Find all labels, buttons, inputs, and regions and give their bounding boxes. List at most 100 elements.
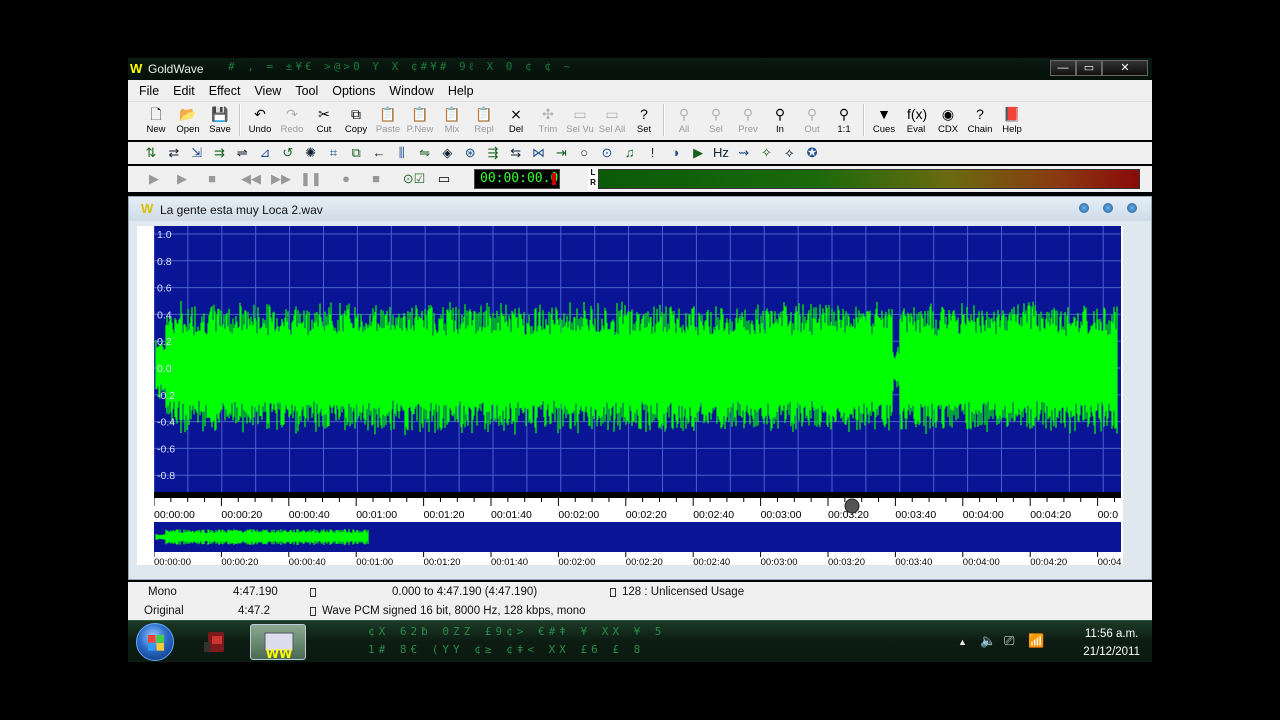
menu-edit[interactable]: Edit	[166, 80, 202, 101]
show-hidden-icons-icon[interactable]: ▲	[958, 637, 967, 647]
effect-tool-icon[interactable]: ⋈	[528, 143, 550, 163]
paste-button[interactable]: 📋 Paste	[372, 102, 404, 138]
power-icon[interactable]: ⎚	[1004, 633, 1014, 649]
play-all-icon[interactable]: ▶	[144, 170, 164, 188]
redo-button[interactable]: ↷ Redo	[276, 102, 308, 138]
select-view-button[interactable]: ▭ Sel Vu	[564, 102, 596, 138]
effect-tool-icon[interactable]: ▶	[687, 143, 709, 163]
clock[interactable]: 11:56 a.m. 21/12/2011	[1083, 625, 1140, 661]
effect-tool-icon[interactable]: ⇋	[414, 143, 436, 163]
time-tick-label: 00:03:40	[895, 509, 936, 521]
close-button[interactable]: ✕	[1102, 60, 1148, 76]
effect-tool-icon[interactable]: ⫼	[391, 143, 413, 163]
waveform-canvas[interactable]: 1.0 0.8 0.6 0.4 0.2 0.0 -0.2 -0.4 -0.6 -0.8 00:00:…	[154, 226, 1123, 565]
effect-tool-icon[interactable]: ◑	[664, 143, 686, 163]
effect-tool-icon[interactable]: Hz	[710, 143, 732, 163]
waveform-area[interactable]: 1.0 0.8 0.6 0.4 0.2 0.0 -0.2 -0.4 -0.6 -0.8 00:00:…	[137, 226, 1123, 565]
cut-button[interactable]: ✂ Cut	[308, 102, 340, 138]
effect-tool-icon[interactable]: ⧉	[345, 143, 367, 163]
undo-button[interactable]: ↶ Undo	[244, 102, 276, 138]
effect-tool-icon[interactable]: ←	[368, 143, 390, 163]
menu-window[interactable]: Window	[382, 80, 440, 101]
menu-effect[interactable]: Effect	[202, 80, 248, 101]
start-button[interactable]	[136, 623, 174, 661]
menu-options[interactable]: Options	[325, 80, 382, 101]
effect-tool-icon[interactable]: ↺	[277, 143, 299, 163]
menu-tool[interactable]: Tool	[288, 80, 325, 101]
copy-button[interactable]: ⧉ Copy	[340, 102, 372, 138]
control-properties-icon[interactable]: ▭	[434, 170, 454, 188]
effect-tool-icon[interactable]: ⇌	[231, 143, 253, 163]
effect-tool-icon[interactable]: ◈	[436, 143, 458, 163]
right-channel-label: R	[590, 178, 596, 187]
network-icon[interactable]: 📶	[1028, 633, 1044, 649]
effect-tool-icon[interactable]: ⇶	[482, 143, 504, 163]
select-all-button[interactable]: ▭ Sel All	[596, 102, 628, 138]
effect-tool-icon[interactable]: ⇝	[733, 143, 755, 163]
set-button[interactable]: ? Set	[628, 102, 660, 138]
monitor-icon[interactable]: ⊙☑	[400, 170, 428, 188]
set-icon: ?	[640, 106, 648, 122]
overview-tick-label: 00:03:40	[895, 557, 932, 565]
delete-button[interactable]: ⨯ Del	[500, 102, 532, 138]
effect-tool-icon[interactable]: ✺	[300, 143, 322, 163]
effect-tool-icon[interactable]: ⌗	[322, 143, 344, 163]
zoom-previous-button[interactable]: ⚲ Prev	[732, 102, 764, 138]
fast-forward-icon[interactable]: ▶▶	[268, 170, 294, 188]
maximize-button[interactable]: ▭	[1076, 60, 1102, 76]
taskbar-app-goldwave[interactable]: WW	[250, 624, 306, 661]
effect-tool-icon[interactable]: ⟡	[778, 143, 800, 163]
trim-button[interactable]: ✣ Trim	[532, 102, 564, 138]
zoom-1to1-button[interactable]: ⚲ 1:1	[828, 102, 860, 138]
save-button[interactable]: 💾 Save	[204, 102, 236, 138]
effect-tool-icon[interactable]: ✪	[801, 143, 823, 163]
stop-icon[interactable]: ■	[202, 170, 222, 188]
window-title: GoldWave	[148, 62, 204, 76]
menu-view[interactable]: View	[247, 80, 288, 101]
minimize-button[interactable]: —	[1050, 60, 1076, 76]
effect-tool-icon[interactable]: ♫	[619, 143, 641, 163]
volume-icon[interactable]: 🔈	[980, 633, 996, 649]
chain-button[interactable]: ? Chain	[964, 102, 996, 138]
zoom-out-button[interactable]: ⚲ Out	[796, 102, 828, 138]
help-button[interactable]: 📕 Help	[996, 102, 1028, 138]
zoom-all-button[interactable]: ⚲ All	[668, 102, 700, 138]
replace-button[interactable]: 📋 Repl	[468, 102, 500, 138]
sound-maximize-button[interactable]	[1103, 203, 1113, 213]
matrix-wallpaper-text: # , = ±¥€ >@>0 Y X ¢#¥# 9ℓ X 0 ¢ ¢ ~	[228, 60, 574, 73]
title-bar[interactable]: W GoldWave # , = ±¥€ >@>0 Y X ¢#¥# 9ℓ X …	[128, 58, 1152, 80]
sound-window-title-bar[interactable]: W La gente esta muy Loca 2.wav	[129, 197, 1151, 221]
pause-icon[interactable]: ❚❚	[300, 170, 322, 188]
effect-tool-icon[interactable]: ⊿	[254, 143, 276, 163]
menu-file[interactable]: File	[132, 80, 166, 101]
effect-tool-icon[interactable]: ⇉	[208, 143, 230, 163]
effect-tool-icon[interactable]: ⊛	[459, 143, 481, 163]
paste-new-button[interactable]: 📋 P.New	[404, 102, 436, 138]
menu-help[interactable]: Help	[441, 80, 481, 101]
effect-tool-icon[interactable]: ⇥	[550, 143, 572, 163]
sound-minimize-button[interactable]	[1079, 203, 1089, 213]
cues-button[interactable]: ▼ Cues	[868, 102, 900, 138]
new-button[interactable]: 🗋 New	[140, 102, 172, 138]
effect-tool-icon[interactable]: ○	[573, 143, 595, 163]
sound-close-button[interactable]	[1127, 203, 1137, 213]
channel-strip[interactable]	[137, 226, 154, 565]
effect-tool-icon[interactable]: ⇄	[163, 143, 185, 163]
effect-tool-icon[interactable]: ✧	[756, 143, 778, 163]
cd-extract-button[interactable]: ◉ CDX	[932, 102, 964, 138]
taskbar-app-media[interactable]	[188, 624, 244, 660]
play-selection-icon[interactable]: ▶	[172, 170, 192, 188]
open-button[interactable]: 📂 Open	[172, 102, 204, 138]
effect-tool-icon[interactable]: ⇲	[186, 143, 208, 163]
mix-button[interactable]: 📋 Mix	[436, 102, 468, 138]
record-icon[interactable]: ●	[336, 170, 356, 188]
record-stop-icon[interactable]: ■	[366, 170, 386, 188]
effect-tool-icon[interactable]: ⊙	[596, 143, 618, 163]
effect-tool-icon[interactable]: !	[642, 143, 664, 163]
zoom-in-button[interactable]: ⚲ In	[764, 102, 796, 138]
zoom-selection-button[interactable]: ⚲ Sel	[700, 102, 732, 138]
effect-tool-icon[interactable]: ⇅	[140, 143, 162, 163]
eval-button[interactable]: f(x) Eval	[900, 102, 932, 138]
effect-tool-icon[interactable]: ⇆	[505, 143, 527, 163]
rewind-icon[interactable]: ◀◀	[238, 170, 264, 188]
